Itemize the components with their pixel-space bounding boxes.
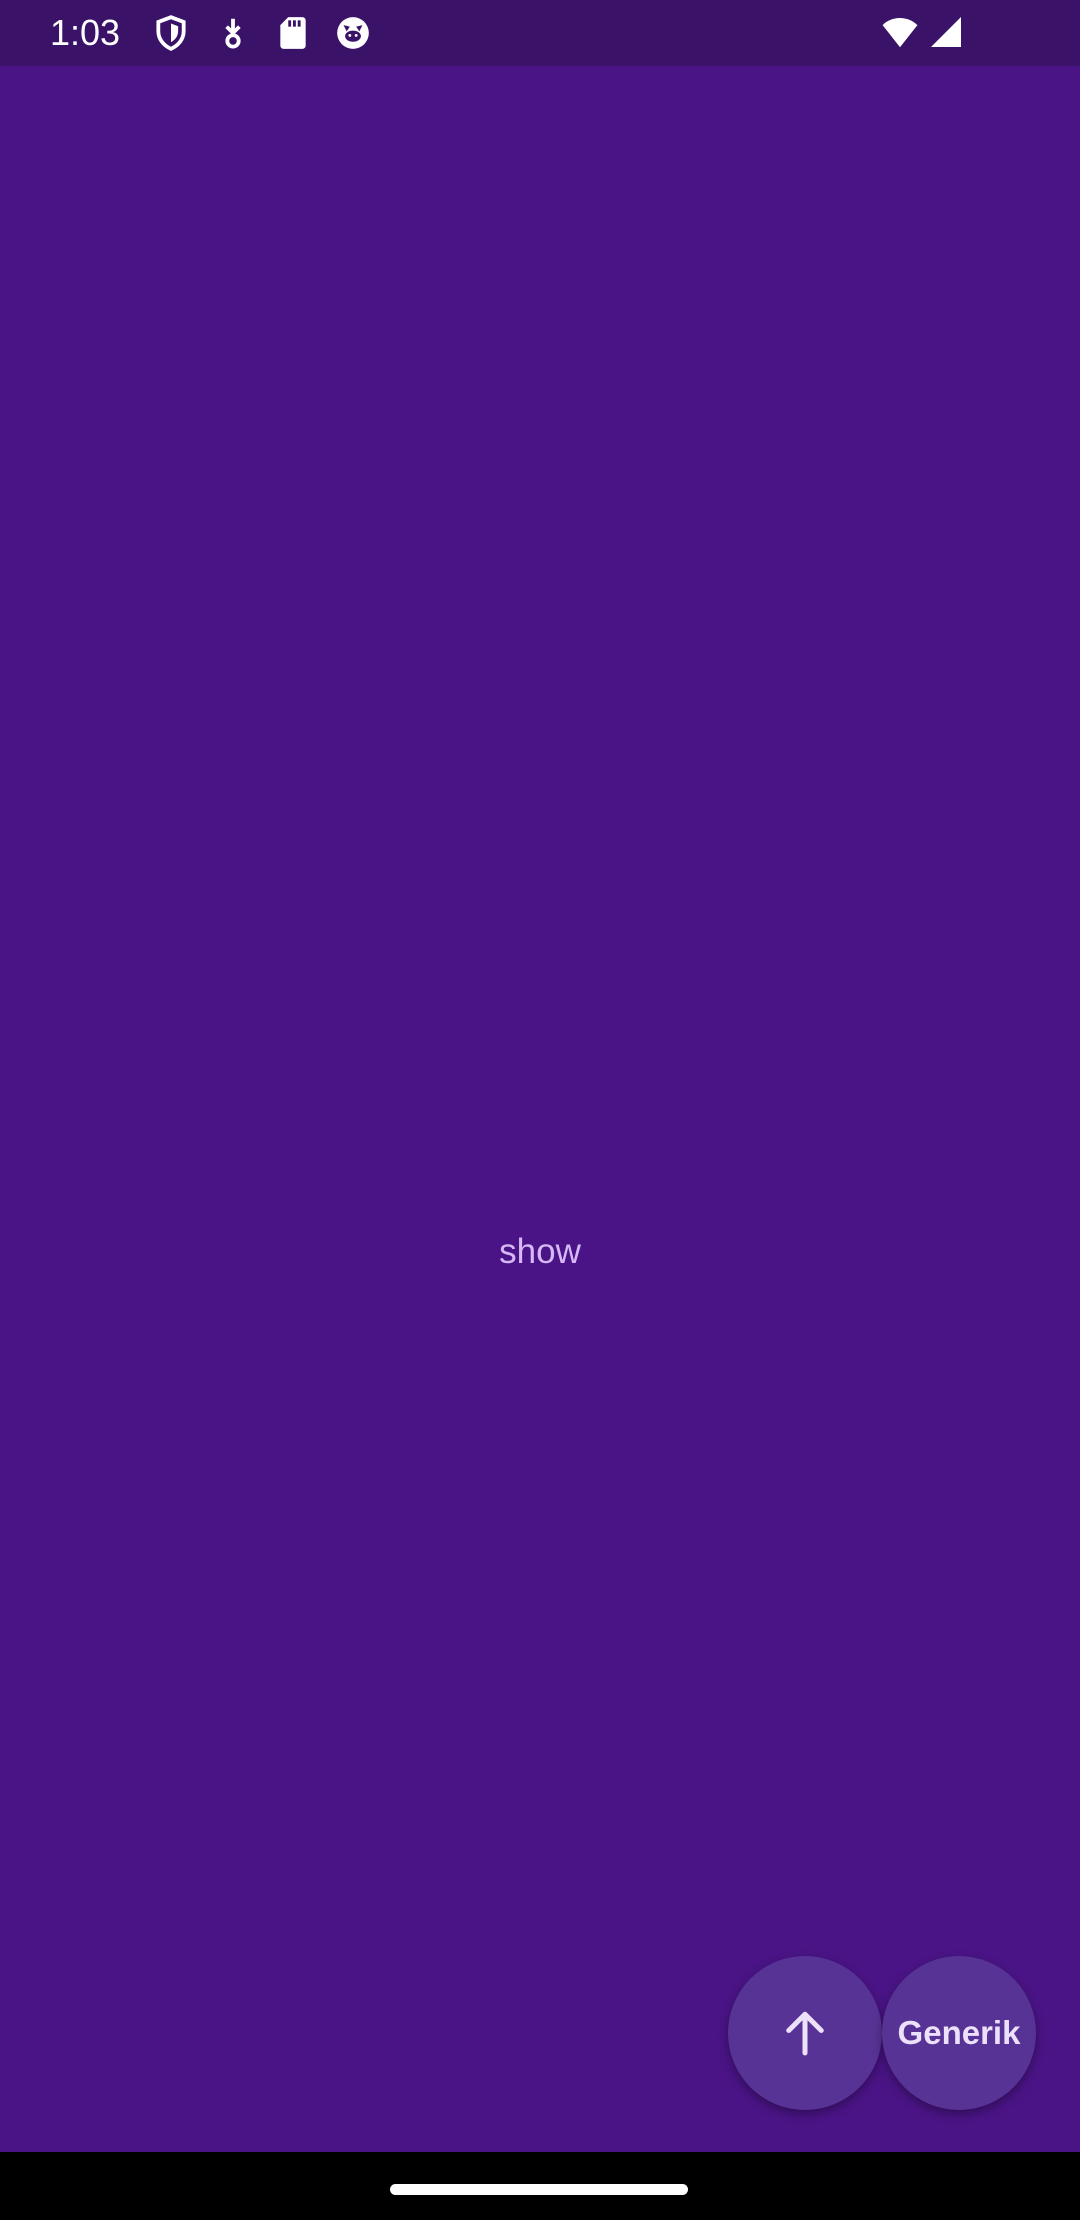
center-text: show: [499, 1232, 581, 1271]
home-gesture-handle[interactable]: [390, 2184, 688, 2195]
status-time: 1:03: [50, 12, 121, 53]
download-icon: [225, 18, 241, 49]
arrow-up-icon: [786, 2011, 824, 2056]
generik-label: Generik: [897, 2014, 1021, 2051]
wifi-icon: [882, 17, 918, 48]
sd-card-icon: [280, 17, 306, 49]
main-content: show: [0, 66, 1080, 2152]
signal-icon: [931, 17, 961, 47]
generik-button[interactable]: Generik: [882, 1956, 1036, 2110]
cat-face-icon: [337, 17, 369, 49]
scroll-up-button[interactable]: [728, 1956, 882, 2110]
navigation-bar: [0, 2152, 1080, 2220]
shield-icon: [156, 15, 186, 51]
status-bar: 1:03: [0, 0, 1080, 66]
